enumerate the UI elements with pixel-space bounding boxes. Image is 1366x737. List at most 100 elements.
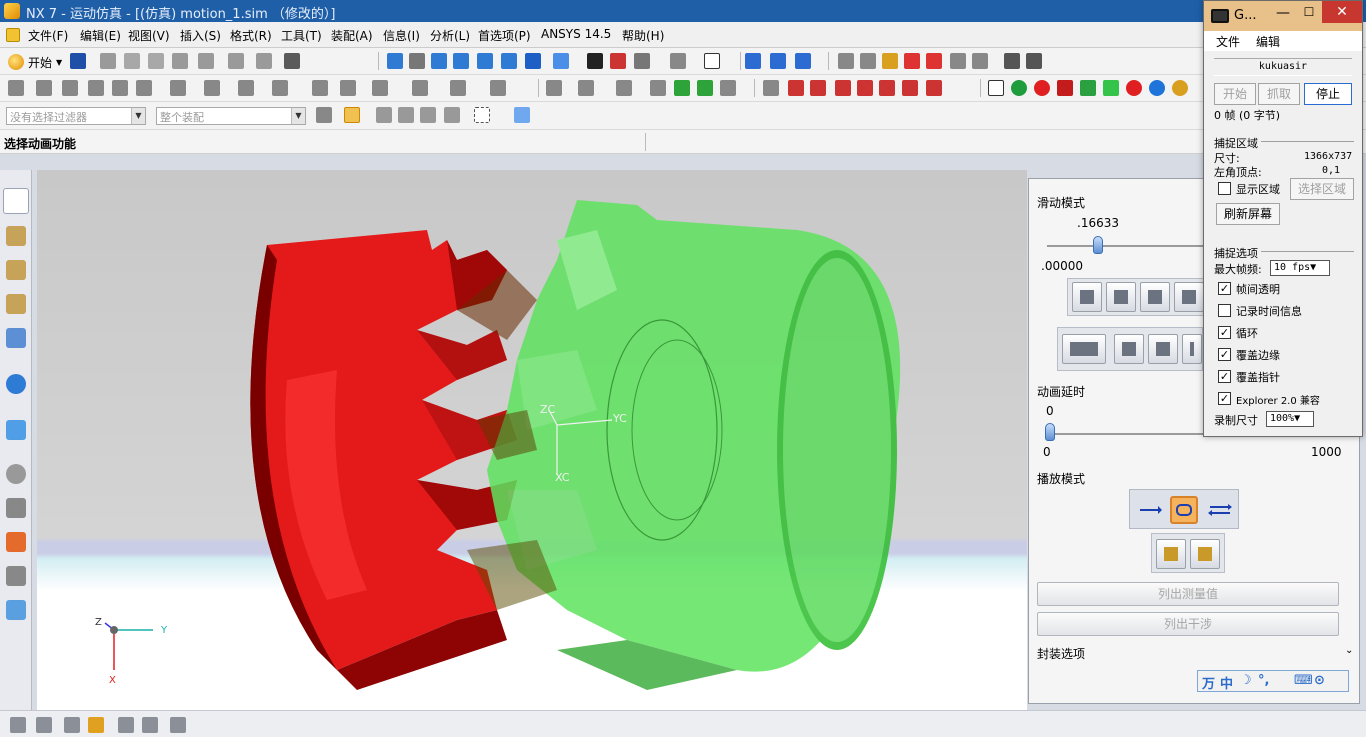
fit-icon[interactable] — [387, 53, 403, 69]
start-button[interactable]: 开始 ▼ — [8, 52, 62, 72]
ime-settings-icon[interactable]: ⊙ — [1314, 673, 1325, 688]
measure-icon[interactable] — [650, 80, 666, 96]
menu-preferences[interactable]: 首选项(P) — [478, 27, 531, 44]
capture-grab-button[interactable]: 抓取 — [1258, 83, 1300, 105]
menu-info[interactable]: 信息(I) — [383, 27, 420, 44]
snap-intersect-icon[interactable] — [972, 53, 988, 69]
overflow-button[interactable] — [1182, 334, 1202, 364]
menu-assembly[interactable]: 装配(A) — [331, 27, 373, 44]
capture-start-button[interactable]: 开始 — [1214, 83, 1256, 105]
paste-icon[interactable] — [148, 53, 164, 69]
undo-icon[interactable] — [198, 53, 214, 69]
zoom-in-icon[interactable] — [453, 53, 469, 69]
pan-icon[interactable] — [501, 53, 517, 69]
play-icon[interactable] — [835, 80, 851, 96]
keyboard-icon[interactable]: ⌨ — [1294, 673, 1313, 688]
delete-icon[interactable] — [172, 53, 188, 69]
snap-quadrant-icon[interactable] — [926, 53, 942, 69]
damper-icon[interactable] — [204, 80, 220, 96]
list-interference-button[interactable]: 列出干涉 — [1037, 612, 1339, 636]
menu-insert[interactable]: 插入(S) — [180, 27, 221, 44]
menu-file[interactable]: 文件(F) — [28, 27, 68, 44]
feature-rule-icon[interactable] — [444, 107, 460, 123]
step-back-button[interactable] — [1106, 282, 1136, 312]
select-area-button[interactable]: 选择区域 — [1290, 178, 1354, 200]
joint-tool-icon[interactable] — [88, 717, 104, 733]
background-icon[interactable] — [704, 53, 720, 69]
snap-center-icon[interactable] — [904, 53, 920, 69]
render-style-icon[interactable] — [587, 53, 603, 69]
joint-icon[interactable] — [112, 80, 128, 96]
touch-mode-icon[interactable] — [284, 53, 300, 69]
zoom-icon[interactable] — [431, 53, 447, 69]
delay-thumb[interactable] — [1045, 423, 1055, 441]
solver-icon[interactable] — [546, 80, 562, 96]
reuse-library-icon[interactable] — [6, 328, 26, 348]
rewind-icon[interactable] — [788, 80, 804, 96]
roles-icon[interactable] — [6, 566, 26, 586]
cover-border-checkbox[interactable]: ✓ — [1218, 348, 1231, 361]
connector-icon[interactable] — [136, 80, 152, 96]
curve-rule-icon[interactable] — [376, 107, 392, 123]
sketch-icon[interactable] — [8, 80, 24, 96]
list-measures-button[interactable]: 列出测量值 — [1037, 582, 1339, 606]
menu-analysis[interactable]: 分析(L) — [430, 27, 470, 44]
select-all-icon[interactable] — [745, 53, 761, 69]
select-icon[interactable] — [770, 53, 786, 69]
cube-icon[interactable] — [1080, 80, 1096, 96]
curve-icon[interactable] — [36, 80, 52, 96]
assembly-tool-icon[interactable] — [64, 717, 80, 733]
minimize-icon[interactable]: — — [1274, 5, 1292, 21]
trace-button[interactable] — [1114, 334, 1144, 364]
record-time-checkbox[interactable] — [1218, 304, 1231, 317]
previous-frame-icon[interactable] — [810, 80, 826, 96]
chevron-down-icon[interactable]: ⌄ — [1345, 645, 1353, 656]
menu-help[interactable]: 帮助(H) — [622, 27, 664, 44]
constraint-navigator-icon[interactable] — [6, 226, 26, 246]
fast-forward-icon[interactable] — [879, 80, 895, 96]
snap-end-icon[interactable] — [860, 53, 876, 69]
play-button[interactable] — [1140, 282, 1170, 312]
wcs-icon[interactable] — [514, 107, 530, 123]
marker-tool-icon[interactable] — [170, 717, 186, 733]
link-icon[interactable] — [88, 80, 104, 96]
wrench-icon[interactable] — [36, 717, 52, 733]
contact-icon[interactable] — [272, 80, 288, 96]
edit-object-icon[interactable] — [256, 53, 272, 69]
rotate-icon[interactable] — [477, 53, 493, 69]
rewind-button[interactable] — [1072, 282, 1102, 312]
marker-icon[interactable] — [312, 80, 328, 96]
maximize-icon[interactable]: ☐ — [1300, 5, 1318, 19]
gear-part-icon[interactable] — [1172, 80, 1188, 96]
orient-view-icon[interactable] — [553, 53, 569, 69]
loop-play-button[interactable] — [1170, 496, 1198, 524]
slide-thumb[interactable] — [1093, 236, 1103, 254]
studio-icon[interactable] — [634, 53, 650, 69]
deselect-icon[interactable] — [795, 53, 811, 69]
system-scene-icon[interactable] — [6, 600, 26, 620]
perspective-icon[interactable] — [525, 53, 541, 69]
interference-icon[interactable] — [616, 80, 632, 96]
bushing-icon[interactable] — [238, 80, 254, 96]
step-forward-button[interactable] — [1174, 282, 1204, 312]
pause-icon[interactable] — [926, 80, 942, 96]
torus-icon[interactable] — [1126, 80, 1142, 96]
ime-mode-icon[interactable]: 万 — [1202, 673, 1215, 692]
graphics-window[interactable]: ZC YC XC Z Y X — [37, 170, 1027, 710]
show-area-checkbox[interactable] — [1218, 182, 1231, 195]
ring-icon[interactable] — [1149, 80, 1165, 96]
capture-menu-edit[interactable]: 编辑 — [1256, 33, 1280, 50]
trace-icon[interactable] — [720, 80, 736, 96]
gear-icon[interactable] — [412, 80, 428, 96]
rectangle-select-icon[interactable] — [474, 107, 490, 123]
page-icon[interactable] — [988, 80, 1004, 96]
menu-ansys[interactable]: ANSYS 14.5 — [541, 27, 611, 41]
tracking-button[interactable] — [1062, 334, 1106, 364]
internet-explorer-icon[interactable] — [6, 374, 26, 394]
assembly-navigator-icon[interactable] — [3, 188, 29, 214]
capture-menu-file[interactable]: 文件 — [1216, 33, 1240, 50]
loop-checkbox[interactable]: ✓ — [1218, 326, 1231, 339]
menu-app-icon[interactable] — [6, 28, 20, 42]
view-layout-icon[interactable] — [670, 53, 686, 69]
green-circle-icon[interactable] — [1011, 80, 1027, 96]
